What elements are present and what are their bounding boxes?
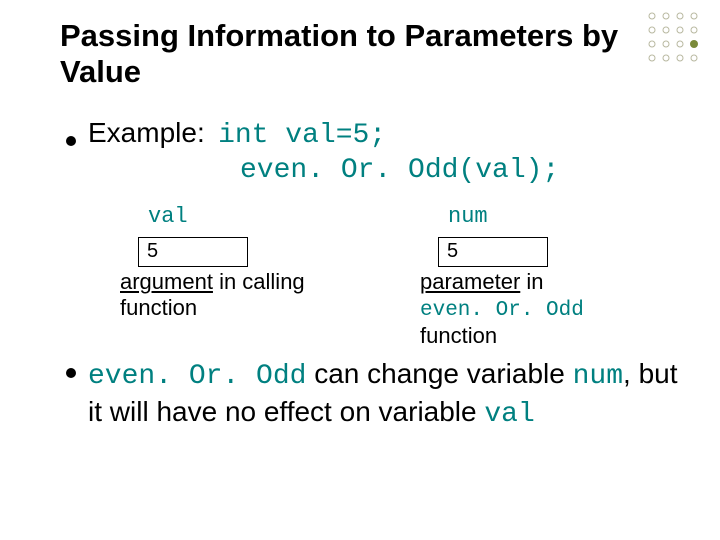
caption-argument: argument in calling function [120, 269, 350, 320]
slide: Passing Information to Parameters by Val… [0, 0, 720, 540]
diagram-left: val 5 argument in calling function [120, 204, 350, 348]
slide-title: Passing Information to Parameters by Val… [60, 18, 680, 89]
caption-parameter: parameter in even. Or. Odd function [420, 269, 650, 348]
diagram-right: num 5 parameter in even. Or. Odd functio… [420, 204, 650, 348]
example-bullet: Example: int val=5; [66, 117, 680, 151]
decorative-corner-dots [642, 8, 712, 75]
body-content: even. Or. Odd can change variable num, b… [88, 356, 680, 432]
value-box-val: 5 [138, 237, 248, 267]
value-box-num: 5 [438, 237, 548, 267]
diagram: val 5 argument in calling function num 5… [60, 204, 680, 348]
bullet-icon [66, 136, 76, 146]
var-label-num: num [448, 204, 650, 229]
bullet-icon [66, 368, 76, 378]
example-label: Example: [88, 117, 205, 148]
example-code-1: int val=5; [218, 120, 386, 151]
var-label-val: val [148, 204, 350, 229]
example-code-2: even. Or. Odd(val); [240, 155, 680, 186]
body-bullet: even. Or. Odd can change variable num, b… [66, 356, 680, 432]
